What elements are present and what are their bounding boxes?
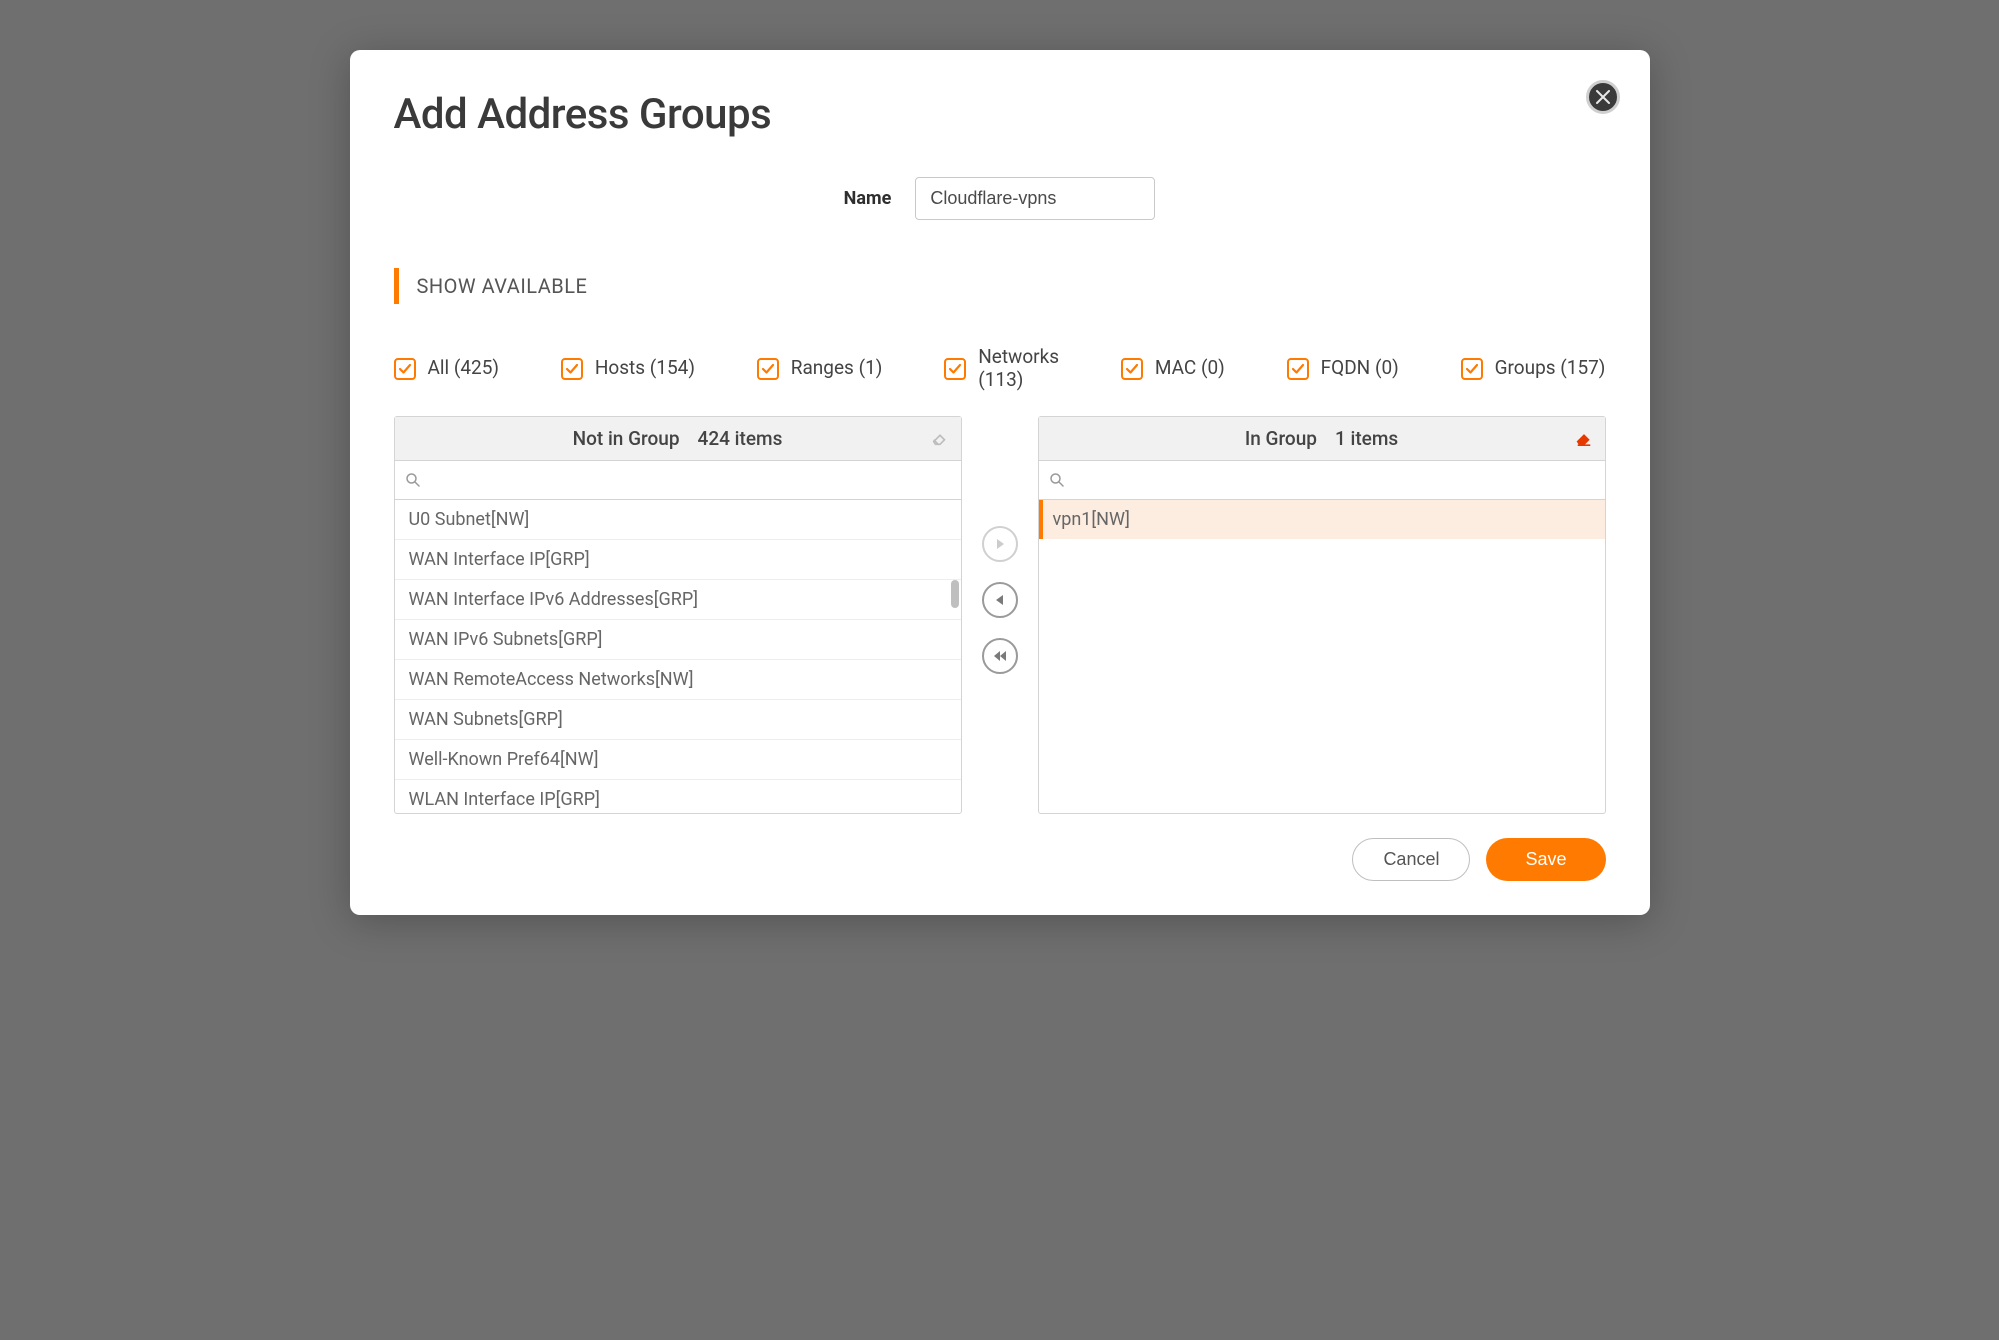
modal-footer: Cancel Save (394, 838, 1606, 881)
list-item[interactable]: vpn1[NW] (1039, 500, 1605, 539)
move-all-left-button[interactable] (982, 638, 1018, 674)
list-item[interactable]: WAN Interface IP[GRP] (395, 540, 961, 580)
rewind-icon (993, 649, 1007, 663)
list-item[interactable]: U0 Subnet[NW] (395, 500, 961, 540)
list-item[interactable]: WAN Interface IPv6 Addresses[GRP] (395, 580, 961, 620)
in-group-list[interactable]: vpn1[NW] (1039, 500, 1605, 813)
transfer-controls (968, 416, 1032, 674)
filter-label: Groups (157) (1495, 357, 1606, 380)
checkbox-icon (561, 358, 583, 380)
checkbox-icon (1287, 358, 1309, 380)
move-left-button[interactable] (982, 582, 1018, 618)
list-item[interactable]: WAN Subnets[GRP] (395, 700, 961, 740)
search-icon (1049, 472, 1065, 488)
in-group-count: 1 items (1335, 427, 1398, 450)
list-item[interactable]: Well-Known Pref64[NW] (395, 740, 961, 780)
filter-label: Hosts (154) (595, 357, 695, 380)
clear-left-button[interactable] (931, 429, 949, 447)
checkbox-icon (1121, 358, 1143, 380)
filter-checkbox[interactable]: All (425) (394, 357, 500, 380)
filter-checkbox[interactable]: Hosts (154) (561, 357, 695, 380)
not-in-group-header: Not in Group 424 items (395, 417, 961, 461)
right-search-input[interactable] (1065, 467, 1595, 493)
not-in-group-panel: Not in Group 424 items U0 Subnet[NW]WAN … (394, 416, 962, 814)
eraser-icon (1575, 429, 1593, 447)
filter-label: Ranges (1) (791, 357, 883, 380)
checkbox-icon (1461, 358, 1483, 380)
in-group-title: In Group (1245, 427, 1317, 450)
dual-list: Not in Group 424 items U0 Subnet[NW]WAN … (394, 416, 1606, 814)
checkbox-icon (394, 358, 416, 380)
list-item[interactable]: WLAN Interface IP[GRP] (395, 780, 961, 813)
play-right-icon (993, 537, 1007, 551)
modal-title: Add Address Groups (394, 90, 1606, 139)
close-button[interactable] (1586, 80, 1620, 114)
name-input[interactable] (915, 177, 1155, 220)
scrollbar-thumb[interactable] (951, 580, 959, 608)
filter-checkbox[interactable]: FQDN (0) (1287, 357, 1399, 380)
eraser-icon (931, 429, 949, 447)
filter-checkbox[interactable]: Groups (157) (1461, 357, 1606, 380)
left-search-input[interactable] (421, 467, 951, 493)
filter-checkbox[interactable]: MAC (0) (1121, 357, 1225, 380)
show-available-tab[interactable]: SHOW AVAILABLE (394, 268, 1606, 304)
not-in-group-count: 424 items (698, 427, 783, 450)
search-icon (405, 472, 421, 488)
play-left-icon (993, 593, 1007, 607)
checkbox-icon (944, 358, 966, 380)
filter-label: MAC (0) (1155, 357, 1225, 380)
not-in-group-list[interactable]: U0 Subnet[NW]WAN Interface IP[GRP]WAN In… (395, 500, 961, 813)
in-group-panel: In Group 1 items vpn1[NW] (1038, 416, 1606, 814)
close-icon (1596, 90, 1610, 104)
list-item[interactable]: WAN IPv6 Subnets[GRP] (395, 620, 961, 660)
name-row: Name (394, 177, 1606, 220)
cancel-button[interactable]: Cancel (1352, 838, 1470, 881)
save-button[interactable]: Save (1486, 838, 1605, 881)
name-label: Name (844, 188, 892, 209)
list-item[interactable]: WAN RemoteAccess Networks[NW] (395, 660, 961, 700)
filter-checkbox[interactable]: Networks(113) (944, 346, 1059, 392)
move-right-button[interactable] (982, 526, 1018, 562)
filter-label: FQDN (0) (1321, 357, 1399, 380)
in-group-header: In Group 1 items (1039, 417, 1605, 461)
not-in-group-title: Not in Group (573, 427, 680, 450)
clear-right-button[interactable] (1575, 429, 1593, 447)
checkbox-icon (757, 358, 779, 380)
right-search-wrap (1039, 461, 1605, 500)
filter-label: Networks(113) (978, 346, 1059, 392)
add-address-groups-modal: Add Address Groups Name SHOW AVAILABLE A… (350, 50, 1650, 915)
filter-label: All (425) (428, 357, 500, 380)
filter-checkbox[interactable]: Ranges (1) (757, 357, 883, 380)
left-search-wrap (395, 461, 961, 500)
filter-row: All (425) Hosts (154) Ranges (1) Networks(1… (394, 346, 1606, 392)
